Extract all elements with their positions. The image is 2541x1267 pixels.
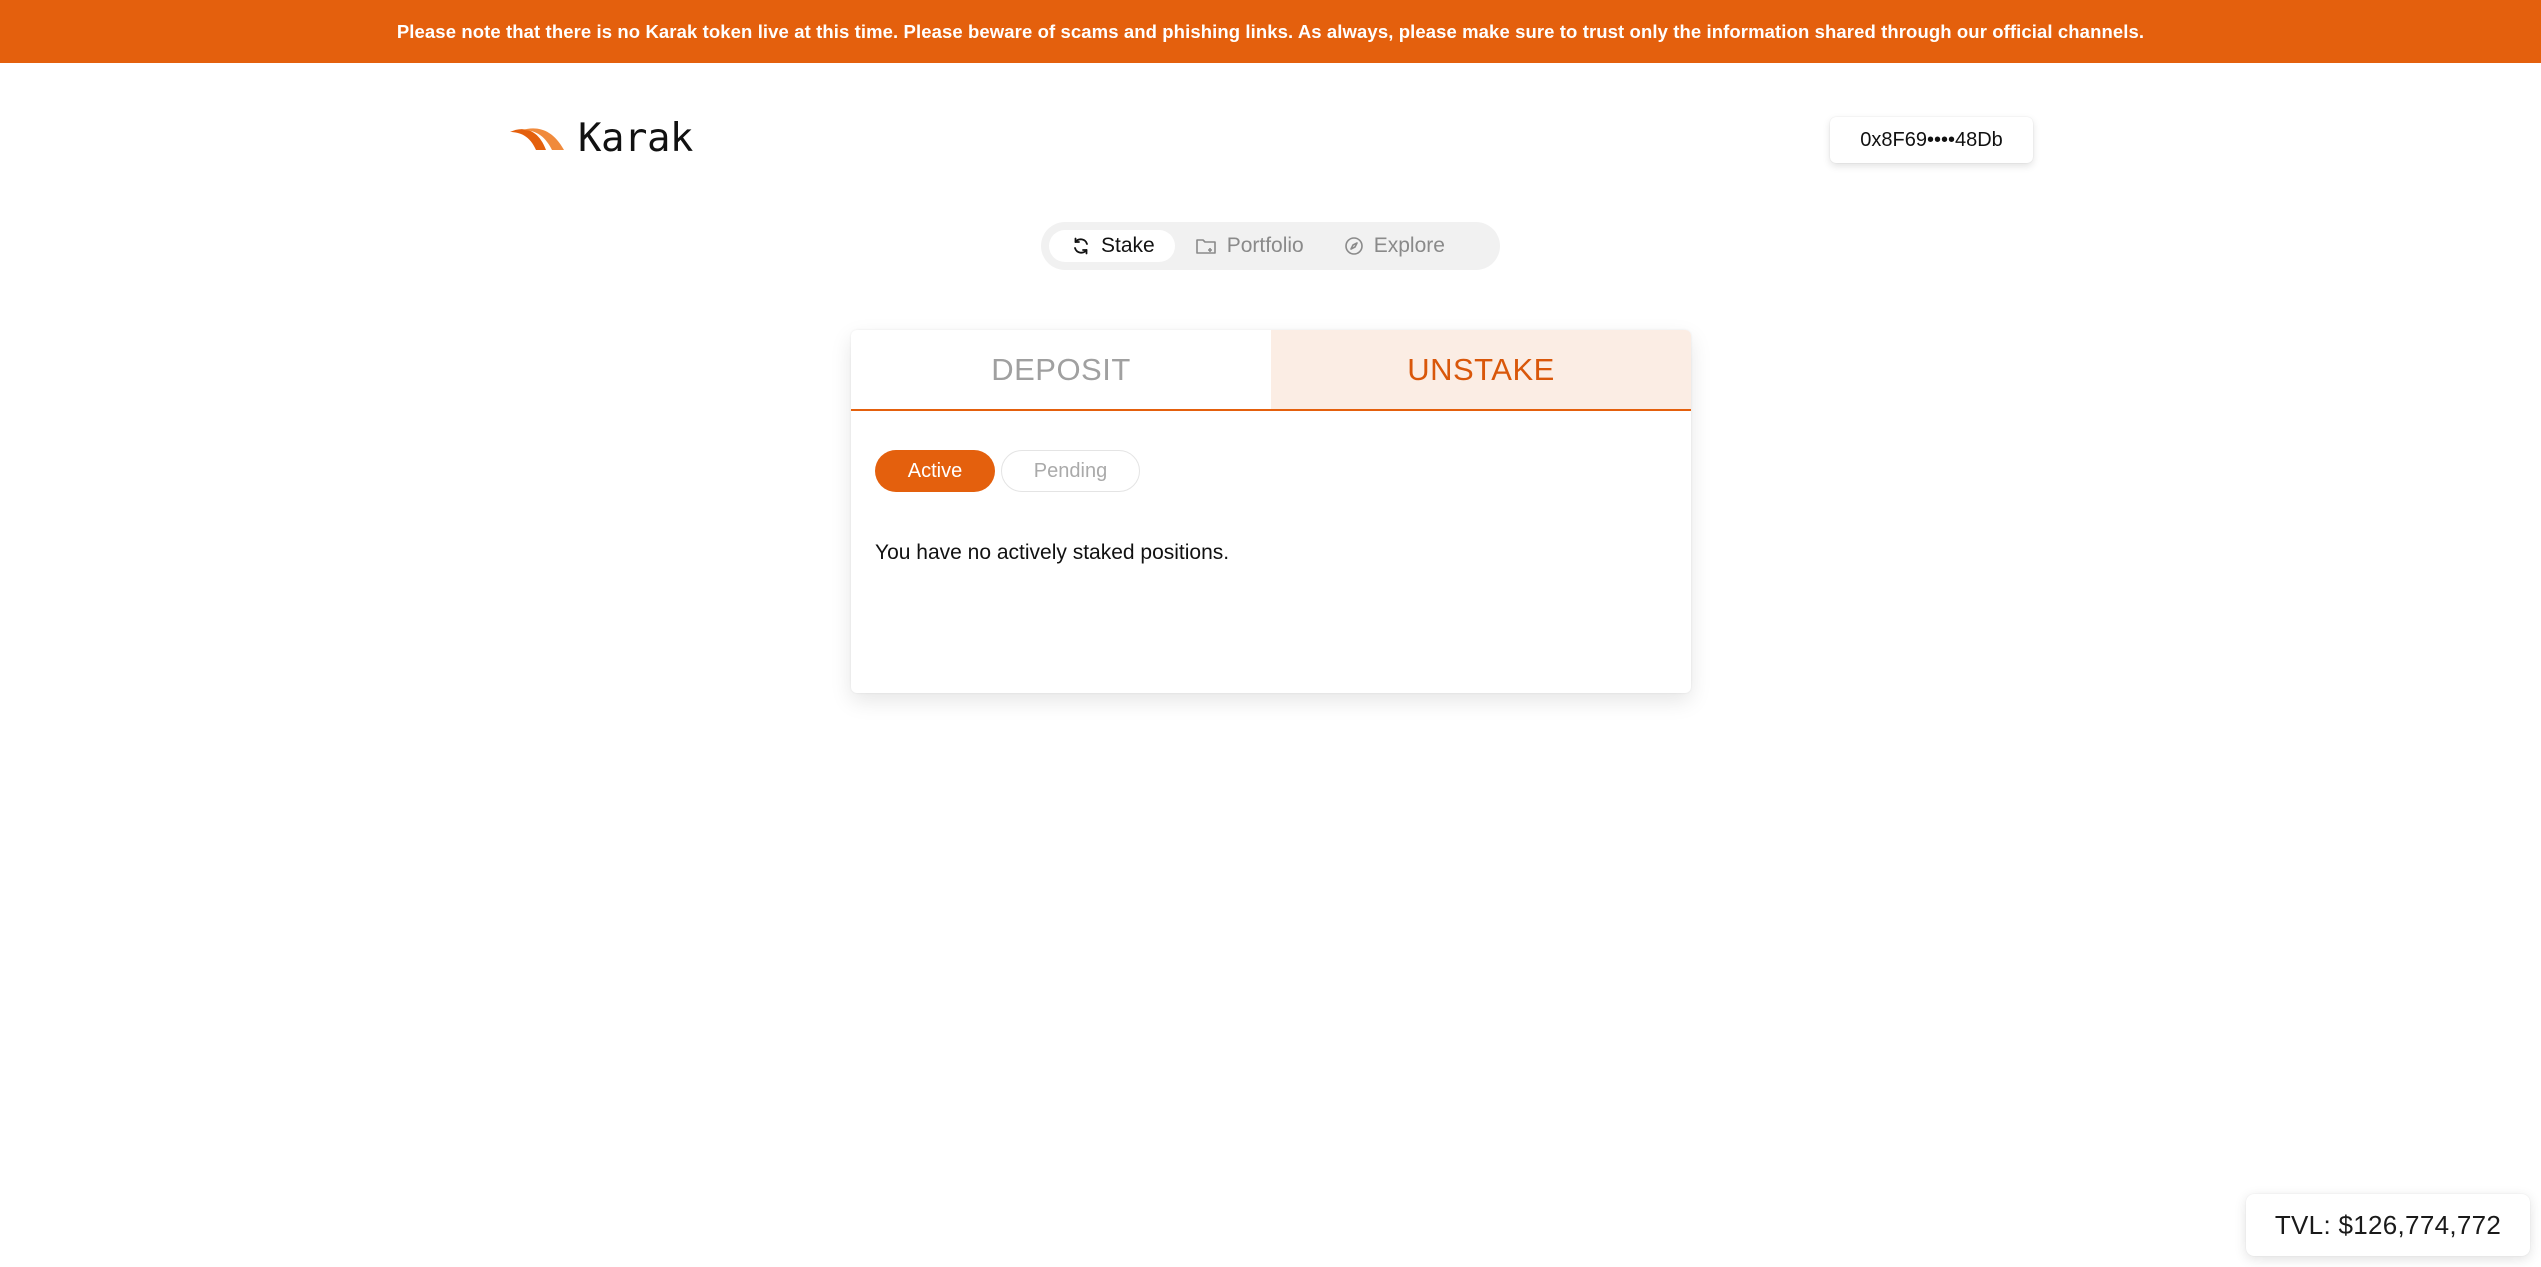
compass-icon	[1344, 236, 1364, 256]
tvl-value: TVL: $126,774,772	[2274, 1209, 2502, 1240]
nav-item-label: Stake	[1101, 234, 1155, 257]
nav-item-explore[interactable]: Explore	[1324, 230, 1465, 262]
wallet-address: 0x8F69••••48Db	[1860, 128, 2003, 151]
refresh-icon	[1071, 236, 1091, 256]
nav-item-label: Portfolio	[1226, 234, 1304, 257]
announcement-banner: Please note that there is no Karak token…	[0, 0, 2541, 63]
tvl-badge: TVL: $126,774,772	[2246, 1194, 2530, 1256]
banner-text: Please note that there is no Karak token…	[396, 20, 2145, 42]
tab-deposit[interactable]: DEPOSIT	[851, 330, 1271, 409]
nav-item-stake[interactable]: Stake	[1049, 230, 1175, 262]
stake-card: DEPOSIT UNSTAKE Active Pending You have …	[851, 330, 1691, 693]
tab-unstake[interactable]: UNSTAKE	[1271, 330, 1691, 409]
filter-active-button[interactable]: Active	[875, 450, 995, 492]
filter-pending-button[interactable]: Pending	[1001, 450, 1140, 492]
nav-item-label: Explore	[1373, 234, 1445, 257]
folder-icon	[1195, 236, 1217, 256]
logo[interactable]: Karak	[508, 114, 693, 162]
wallet-address-button[interactable]: 0x8F69••••48Db	[1830, 117, 2033, 163]
empty-state-message: You have no actively staked positions.	[875, 541, 1230, 564]
nav-item-portfolio[interactable]: Portfolio	[1175, 230, 1324, 262]
karak-wing-icon	[508, 124, 566, 152]
main-nav: Stake Portfolio Explore	[1041, 222, 1500, 270]
logo-text: Karak	[578, 115, 693, 161]
position-filter: Active Pending	[851, 450, 1691, 492]
card-tabs: DEPOSIT UNSTAKE	[851, 330, 1691, 411]
